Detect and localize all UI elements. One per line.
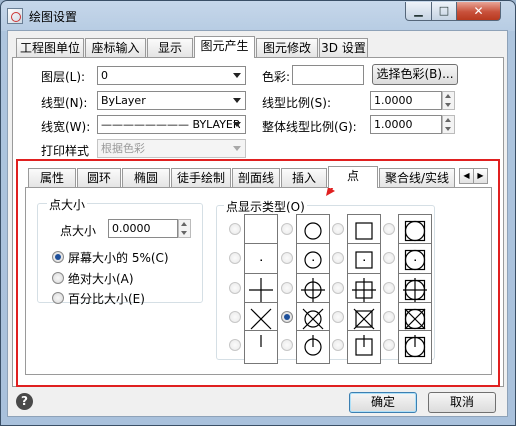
tab-display[interactable]: 显示 xyxy=(147,38,193,58)
title-bar[interactable]: 绘图设置 ▁ □ ✕ xyxy=(1,1,515,31)
linetype-select[interactable]: ByLayer xyxy=(97,91,246,110)
lineweight-label: 线宽(W): xyxy=(41,120,91,134)
chevron-down-icon xyxy=(233,146,241,151)
color-label: 色彩: xyxy=(262,70,291,84)
global-ltscale-spinner[interactable] xyxy=(442,115,455,134)
chevron-down-icon xyxy=(233,98,241,103)
ok-button[interactable]: 确定 xyxy=(349,392,417,413)
global-ltscale-label: 整体线型比例(G): xyxy=(262,120,357,134)
minimize-button[interactable]: ▁ xyxy=(405,2,432,21)
cancel-button[interactable]: 取消 xyxy=(428,392,496,413)
ltscale-label: 线型比例(S): xyxy=(262,96,332,110)
global-ltscale-input[interactable]: 1.0000 xyxy=(370,115,442,134)
plotstyle-label: 打印样式 xyxy=(41,144,90,158)
linetype-label: 线型(N): xyxy=(41,96,88,110)
linetype-value: ByLayer xyxy=(101,94,146,107)
ltscale-input[interactable]: 1.0000 xyxy=(370,91,442,110)
window-title: 绘图设置 xyxy=(29,10,78,24)
tab-coord-input[interactable]: 座标输入 xyxy=(85,38,146,58)
lineweight-select[interactable]: ———————— BYLAYER xyxy=(97,115,246,134)
maximize-button[interactable]: □ xyxy=(431,2,457,21)
plotstyle-value: 根据色彩 xyxy=(101,142,145,155)
tab-units[interactable]: 工程图单位 xyxy=(16,38,84,58)
tab-entity-modify[interactable]: 图元修改 xyxy=(256,38,318,58)
layer-value: 0 xyxy=(101,69,108,82)
tab-3d-settings[interactable]: 3D 设置 xyxy=(319,38,368,58)
layer-label: 图层(L): xyxy=(41,70,86,84)
annotation-highlight-frame xyxy=(16,159,500,387)
tab-entity-creation[interactable]: 图元产生 xyxy=(194,36,255,58)
layer-select[interactable]: 0 xyxy=(97,66,246,85)
plotstyle-select: 根据色彩 xyxy=(97,139,246,158)
select-color-button[interactable]: 选择色彩(B)... xyxy=(372,64,458,85)
subtab-point[interactable]: 点 xyxy=(328,166,378,188)
help-icon[interactable]: ? xyxy=(16,393,33,410)
close-button[interactable]: ✕ xyxy=(456,2,501,21)
chevron-down-icon xyxy=(233,73,241,78)
ltscale-spinner[interactable] xyxy=(442,91,455,110)
lineweight-value: ———————— BYLAYER xyxy=(101,118,241,131)
chevron-down-icon xyxy=(233,122,241,127)
app-icon xyxy=(7,8,23,24)
color-swatch[interactable] xyxy=(292,65,364,85)
